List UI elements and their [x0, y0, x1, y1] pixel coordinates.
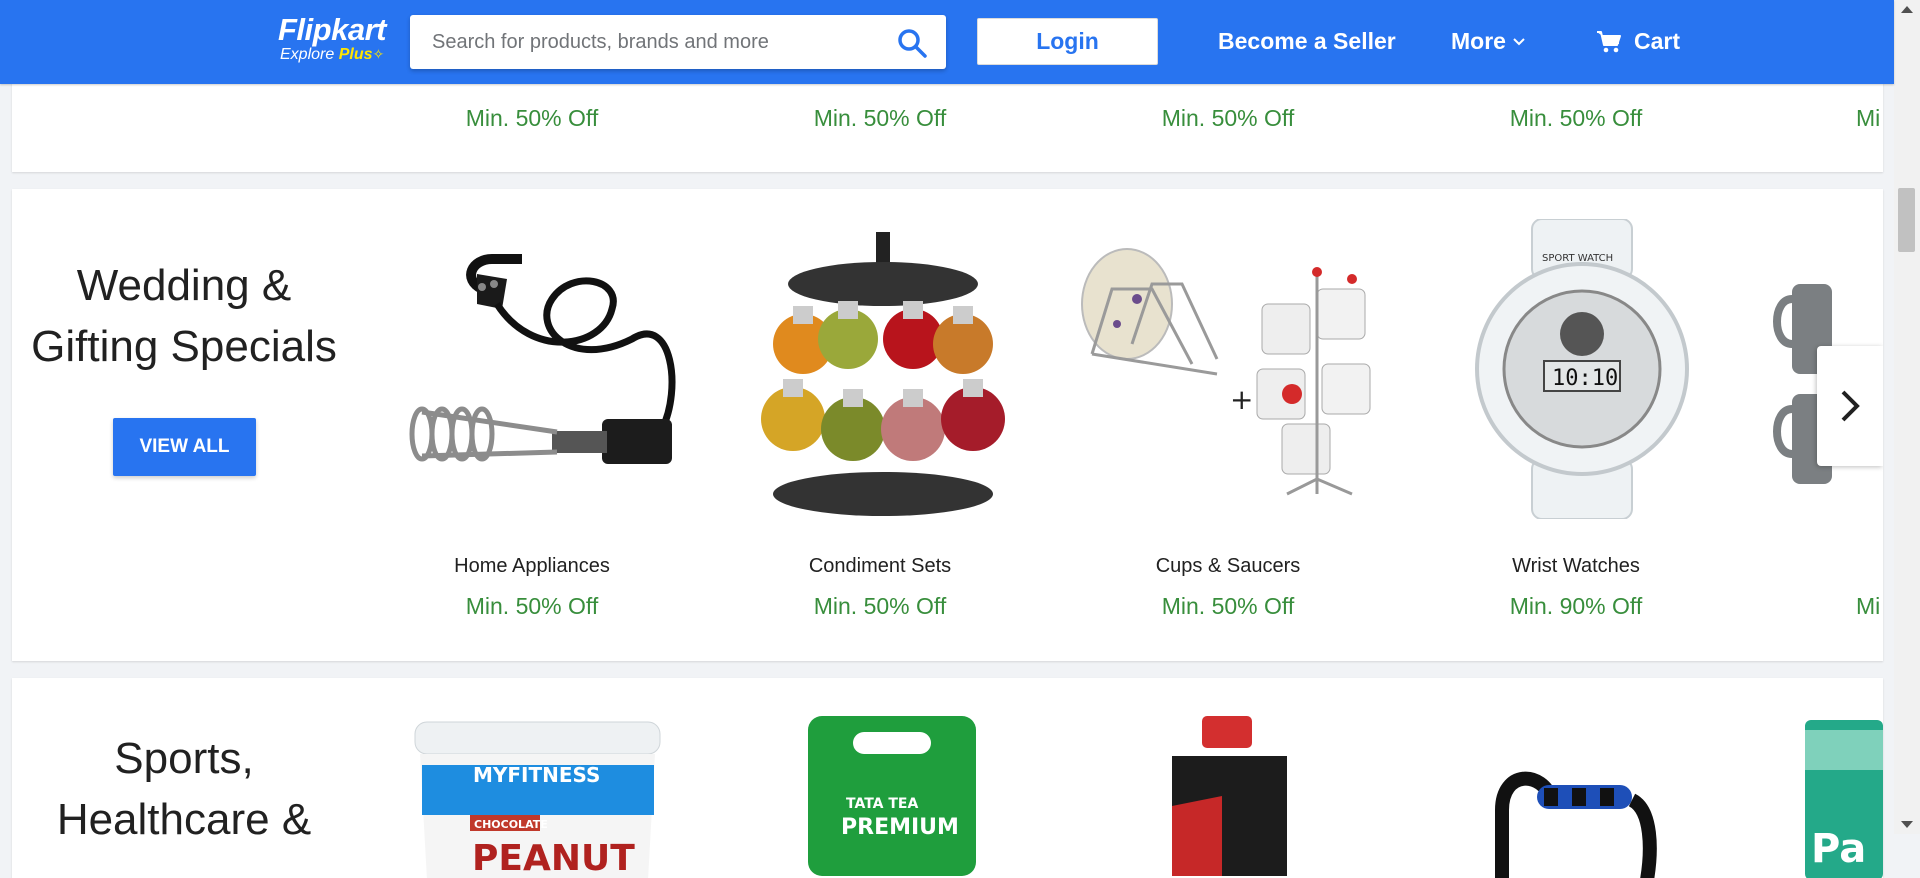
tea-pack-image: TATA TEA PREMIUM: [808, 716, 976, 876]
product-card-tata-tea[interactable]: TATA TEA PREMIUM: [808, 716, 976, 876]
scroll-down-arrow-icon[interactable]: [1901, 821, 1913, 828]
flipkart-logo[interactable]: Flipkart Explore Plus✧: [278, 12, 393, 67]
product-card-pushup-bar[interactable]: [1482, 740, 1667, 878]
offer-text[interactable]: Min. 50% Off: [1510, 105, 1643, 132]
page-scrollbar[interactable]: [1894, 0, 1920, 834]
offer-text[interactable]: Min. 50% Off: [466, 105, 599, 132]
svg-text:10:10: 10:10: [1552, 366, 1618, 391]
view-all-button[interactable]: VIEW ALL: [113, 418, 256, 476]
more-label: More: [1451, 28, 1506, 54]
svg-text:MYFITNESS: MYFITNESS: [473, 763, 600, 787]
offer-text[interactable]: Min. 90% Off: [1510, 593, 1643, 620]
top-navbar: Flipkart Explore Plus✧ Login Become a Se…: [0, 0, 1894, 84]
lotion-image: Pa: [1805, 720, 1883, 878]
product-card-motor-oil[interactable]: [1162, 716, 1297, 876]
more-dropdown[interactable]: More: [1451, 28, 1526, 55]
immersion-rod-image: [409, 254, 676, 464]
logo-text: Flipkart: [278, 12, 386, 47]
search-bar: [410, 15, 946, 69]
product-name[interactable]: Condiment Sets: [809, 555, 951, 578]
product-card-lotion[interactable]: Pa: [1805, 720, 1883, 878]
svg-text:TATA TEA: TATA TEA: [846, 796, 918, 812]
offer-text[interactable]: Mi: [1856, 593, 1880, 620]
section-title: Sports, Healthcare &: [56, 734, 312, 844]
svg-text:SPORT WATCH: SPORT WATCH: [1542, 253, 1613, 264]
search-icon[interactable]: [896, 27, 928, 59]
chevron-down-icon: [1513, 37, 1525, 45]
motor-oil-image: [1172, 716, 1287, 876]
svg-text:PREMIUM: PREMIUM: [841, 815, 959, 840]
product-name[interactable]: Home Appliances: [454, 555, 610, 578]
sports-healthcare-section: Sports, Healthcare & MYFITNESS CHOCOLATE…: [12, 678, 1883, 878]
product-card-cups-saucers[interactable]: +: [1072, 244, 1392, 514]
spice-rack-image: [761, 232, 1005, 516]
offer-text[interactable]: Min. 50% Off: [1162, 593, 1295, 620]
svg-text:CHOCOLATE: CHOCOLATE: [474, 818, 548, 831]
product-name[interactable]: Cups & Saucers: [1156, 555, 1301, 578]
wrist-watch-image: 10:10 SPORT WATCH: [1475, 218, 1689, 520]
svg-text:Pa: Pa: [1811, 826, 1866, 872]
cup-stand-image: +: [1081, 248, 1371, 496]
login-button[interactable]: Login: [977, 18, 1158, 65]
offer-text[interactable]: Min. 50% Off: [466, 593, 599, 620]
offer-text[interactable]: Min. 50% Off: [814, 593, 947, 620]
chevron-right-icon: [1841, 390, 1860, 422]
offer-text[interactable]: Mi: [1856, 105, 1880, 132]
offer-text[interactable]: Min. 50% Off: [814, 105, 947, 132]
wedding-gifting-section: Wedding & Gifting Specials VIEW ALL Home…: [12, 189, 1883, 661]
logo-subtitle: Explore Plus✧: [280, 46, 385, 63]
scrollbar-thumb[interactable]: [1898, 188, 1915, 252]
section-title: Wedding & Gifting Specials: [31, 261, 337, 371]
plus-star-icon: ✧: [372, 46, 385, 62]
svg-text:PEANUT: PEANUT: [472, 838, 635, 878]
product-card-condiment-sets[interactable]: [738, 224, 1028, 524]
cart-icon: [1597, 30, 1621, 52]
pushup-bar-image: [1495, 771, 1657, 878]
peanut-butter-jar-image: MYFITNESS CHOCOLATE PEANUT: [414, 721, 661, 878]
search-input[interactable]: [410, 15, 892, 69]
offer-text[interactable]: Min. 50% Off: [1162, 105, 1295, 132]
cart-label: Cart: [1634, 28, 1681, 54]
scroll-up-arrow-icon[interactable]: [1901, 6, 1913, 13]
carousel-next-button[interactable]: [1817, 346, 1883, 466]
product-card-peanut-butter[interactable]: MYFITNESS CHOCOLATE PEANUT: [410, 720, 665, 878]
product-name[interactable]: Wrist Watches: [1512, 555, 1640, 578]
product-card-wrist-watches[interactable]: 10:10 SPORT WATCH: [1462, 218, 1702, 520]
cart-link[interactable]: Cart: [1596, 28, 1680, 55]
svg-text:+: +: [1230, 383, 1253, 416]
become-seller-link[interactable]: Become a Seller: [1218, 28, 1396, 55]
